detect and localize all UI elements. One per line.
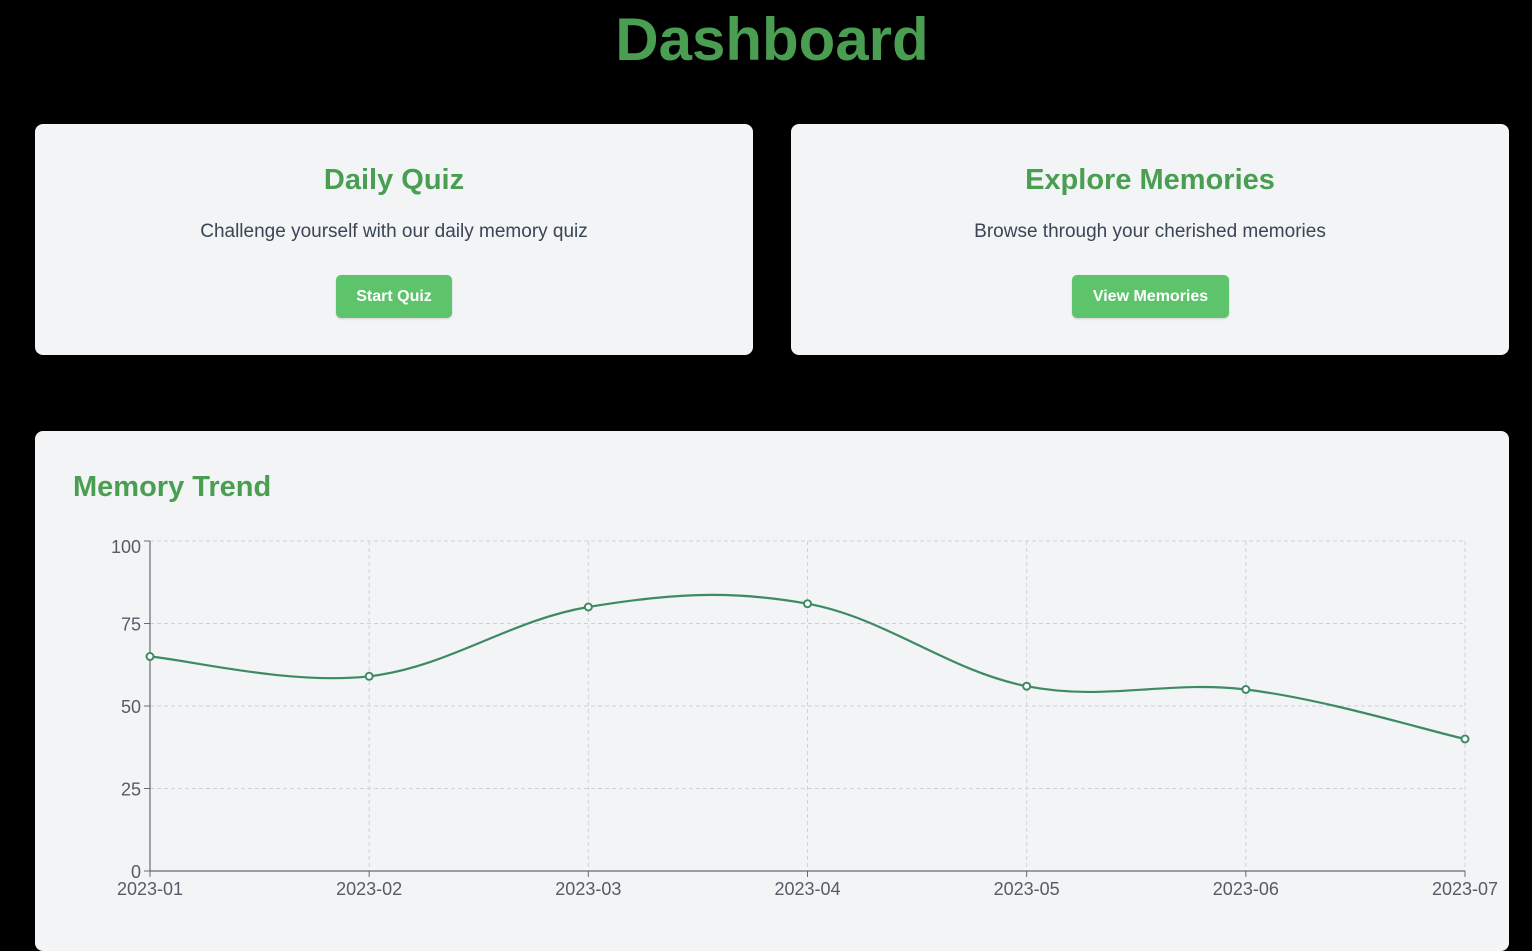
y-tick-label: 100 — [111, 537, 141, 557]
explore-memories-title: Explore Memories — [1025, 164, 1275, 196]
daily-quiz-card: Daily Quiz Challenge yourself with our d… — [35, 124, 753, 355]
x-tick-label: 2023-03 — [555, 879, 621, 899]
explore-memories-description: Browse through your cherished memories — [974, 221, 1326, 242]
data-point — [583, 602, 593, 612]
y-tick-label: 75 — [121, 615, 141, 635]
page-title: Dashboard — [615, 6, 929, 73]
y-tick-label: 50 — [121, 697, 141, 717]
data-point — [364, 671, 374, 681]
explore-memories-card: Explore Memories Browse through your che… — [791, 124, 1509, 355]
x-tick-label: 2023-02 — [336, 879, 402, 899]
memory-trend-card: Memory Trend 0 25 50 75 100 2023-01 2023-02 202… — [35, 431, 1509, 951]
y-tick-label: 25 — [121, 780, 141, 800]
view-memories-button[interactable]: View Memories — [1072, 275, 1229, 318]
data-point — [1460, 734, 1470, 744]
start-quiz-button[interactable]: Start Quiz — [336, 275, 452, 318]
data-point — [803, 599, 812, 609]
x-tick-label: 2023-05 — [994, 879, 1060, 899]
x-tick-label: 2023-01 — [117, 879, 183, 899]
x-tick-label: 2023-04 — [774, 879, 840, 899]
daily-quiz-title: Daily Quiz — [323, 164, 465, 196]
daily-quiz-description: Challenge yourself with our daily memory… — [200, 221, 588, 242]
memory-trend-chart: 02550751002023-01 2023-02 2023-03 2023-04 20… — [111, 537, 1498, 899]
data-point — [1241, 685, 1251, 694]
x-tick-label: 2023-07 — [1432, 879, 1498, 899]
data-point — [145, 652, 155, 661]
x-tick-label: 2023-06 — [1213, 879, 1279, 899]
data-point — [1022, 681, 1032, 691]
